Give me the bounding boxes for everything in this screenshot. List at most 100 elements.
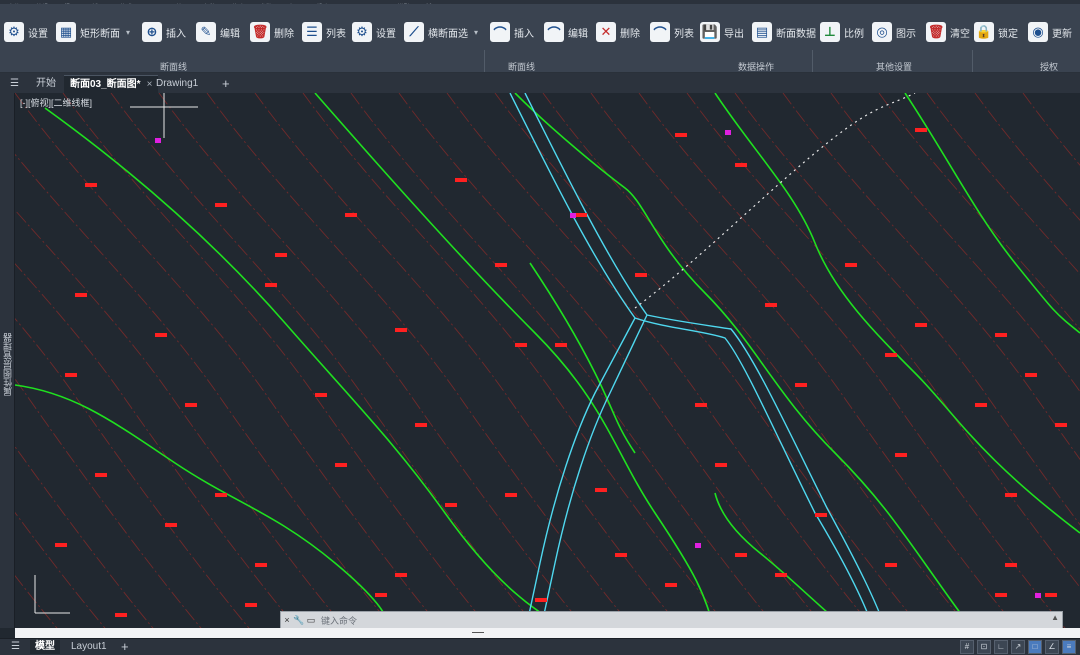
new-tab-button[interactable]: +: [216, 75, 236, 92]
chevron-down-icon[interactable]: ▾: [474, 28, 478, 37]
ribbon-tool-label: 导出: [724, 28, 744, 40]
elevation-label: [995, 593, 1007, 597]
ribbon-panel-title: 其他设置: [876, 62, 913, 72]
elevation-label: [1055, 423, 1067, 427]
ribbon: 文件编辑视图插入格式工具绘图标注修改参数窗口帮助Express Tools模型断…: [0, 0, 1080, 73]
command-input[interactable]: 键入命令: [321, 614, 357, 627]
menu-strip: 文件编辑视图插入格式工具绘图标注修改参数窗口帮助Express Tools模型断…: [0, 0, 1080, 4]
major-contours: [15, 93, 1080, 628]
otrack-toggle-icon[interactable]: ∠: [1045, 640, 1059, 654]
edit-icon: ✎: [196, 22, 216, 42]
elevation-label: [375, 593, 387, 597]
elevation-label: [1025, 373, 1037, 377]
chevron-down-icon[interactable]: ▾: [126, 28, 130, 37]
command-line[interactable]: × 🔧 ▭ 键入命令 ▲: [280, 611, 1063, 629]
elevation-label: [515, 343, 527, 347]
ribbon-tool-3[interactable]: ✎ 编辑: [196, 20, 240, 44]
ribbon-separator: [972, 50, 973, 72]
layout-menu-icon[interactable]: ☰: [6, 640, 25, 654]
minor-contour-line: [15, 153, 394, 628]
side-palette-label: 属性图层管理器: [3, 333, 13, 396]
horizontal-scrollbar[interactable]: [15, 628, 1080, 638]
ribbon-tool-1[interactable]: ▦ 矩形断面 ▾: [56, 20, 130, 44]
ribbon-tool-0[interactable]: ⚙ 设置: [4, 20, 48, 44]
ribbon-tool-label: 删除: [274, 28, 294, 40]
ribbon-tool-8[interactable]: ⌒ 插入: [490, 20, 534, 44]
ucs-axis-icon: [34, 575, 70, 614]
ribbon-tool-label: 更新: [1052, 28, 1072, 40]
side-palette[interactable]: 属性图层管理器: [0, 93, 15, 628]
ribbon-tool-label: 插入: [514, 28, 534, 40]
ribbon-tool-6[interactable]: ⚙ 设置: [352, 20, 396, 44]
tab-layout1[interactable]: Layout1: [66, 640, 112, 654]
ribbon-tool-7[interactable]: ⟋ 横断面选 ▾: [404, 20, 478, 44]
section-icon: ⟋: [404, 22, 424, 42]
ribbon-tool-label: 锁定: [998, 28, 1018, 40]
elevation-label: [915, 128, 927, 132]
ribbon-tool-13[interactable]: ▤ 断面数据: [752, 20, 816, 44]
minor-contour-line: [542, 93, 970, 628]
minor-contour-line: [62, 93, 490, 628]
snap-toggle-icon[interactable]: ⊡: [977, 640, 991, 654]
tab-drawing1[interactable]: Drawing1: [150, 75, 204, 92]
scroll-grip[interactable]: [472, 632, 484, 633]
major-contour-line: [15, 384, 393, 628]
elevation-label: [185, 403, 197, 407]
ribbon-tool-2[interactable]: ⊕ 插入: [142, 20, 186, 44]
add-layout-button[interactable]: +: [116, 640, 134, 654]
elevation-label: [505, 493, 517, 497]
ribbon-panel-title: 断面线: [160, 62, 188, 72]
elevation-label: [75, 293, 87, 297]
tab-model[interactable]: 模型: [30, 640, 60, 654]
command-history-icon[interactable]: ▭: [305, 615, 317, 626]
minor-contour-line: [15, 511, 106, 628]
elevation-label: [495, 263, 507, 267]
tab-start[interactable]: 开始: [30, 75, 62, 92]
elevation-label: [765, 303, 777, 307]
wrench-icon[interactable]: 🔧: [293, 615, 305, 626]
elevation-label: [665, 583, 677, 587]
ortho-toggle-icon[interactable]: ∟: [994, 640, 1008, 654]
elevation-label: [615, 553, 627, 557]
ribbon-tool-14[interactable]: ⊥ 比例: [820, 20, 864, 44]
ribbon-tool-9[interactable]: ⌒ 编辑: [544, 20, 588, 44]
ribbon-tool-10[interactable]: ✕ 删除: [596, 20, 640, 44]
ribbon-tool-5[interactable]: ☰ 列表: [302, 20, 346, 44]
elevation-label: [815, 513, 827, 517]
minor-contours: [15, 93, 1080, 628]
ribbon-tool-15[interactable]: ◎ 图示: [872, 20, 916, 44]
tab-active-drawing[interactable]: 断面03_断面图* ×: [64, 75, 159, 93]
elevation-label: [715, 463, 727, 467]
minor-contour-line: [446, 93, 874, 628]
elevation-label: [975, 403, 987, 407]
elevation-label: [65, 373, 77, 377]
ribbon-tool-4[interactable]: 🗑 删除: [250, 20, 294, 44]
ribbon-tool-12[interactable]: 💾 导出: [700, 20, 744, 44]
ribbon-tool-17[interactable]: 🔒 锁定: [974, 20, 1018, 44]
viewport-controls[interactable]: [-][俯视][二维线框]: [20, 96, 92, 109]
command-close-icon[interactable]: ×: [281, 615, 293, 625]
ribbon-tool-18[interactable]: ◉ 更新: [1028, 20, 1072, 44]
ribbon-tool-11[interactable]: ⌒ 列表: [650, 20, 694, 44]
minor-contour-line: [15, 378, 202, 628]
major-contour-line: [314, 93, 715, 628]
tabs-menu-icon[interactable]: ☰: [4, 75, 25, 92]
lineweight-toggle-icon[interactable]: ≡: [1062, 640, 1076, 654]
osnap-toggle-icon[interactable]: □: [1028, 640, 1042, 654]
ribbon-separator: [812, 50, 813, 72]
elevation-label: [155, 333, 167, 337]
save-icon: 💾: [700, 22, 720, 42]
command-expand-icon[interactable]: ▲: [1051, 613, 1059, 622]
elevation-label: [315, 393, 327, 397]
grid-toggle-icon[interactable]: #: [960, 640, 974, 654]
elevation-label: [1005, 493, 1017, 497]
ribbon-tool-label: 横断面选: [428, 28, 468, 40]
tab-active-label: 断面03_断面图*: [70, 79, 141, 90]
polar-toggle-icon[interactable]: ↗: [1011, 640, 1025, 654]
minor-contour-line: [254, 93, 682, 628]
drawing-canvas[interactable]: [15, 93, 1080, 628]
gear-icon: ⚙: [352, 22, 372, 42]
elevation-label: [335, 463, 347, 467]
ribbon-tool-16[interactable]: 🗑 清空: [926, 20, 970, 44]
ribbon-tool-label: 删除: [620, 28, 640, 40]
